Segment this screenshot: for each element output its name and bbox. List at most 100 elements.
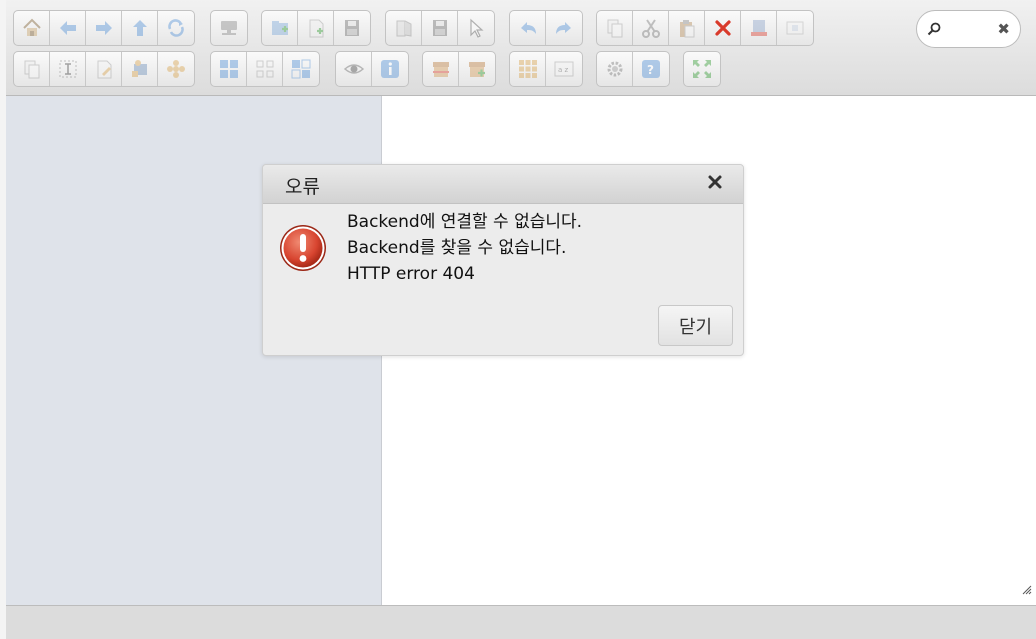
search-icon xyxy=(927,22,941,36)
close-button[interactable]: 닫기 xyxy=(658,305,733,346)
undo-button[interactable] xyxy=(510,11,546,45)
extract-button[interactable] xyxy=(158,52,194,86)
help-button[interactable]: ? xyxy=(633,52,669,86)
select-none-button[interactable] xyxy=(247,52,283,86)
error-message-line: Backend를 찾을 수 없습니다. xyxy=(347,238,567,258)
select-button[interactable] xyxy=(458,11,494,45)
toolbar-button-group xyxy=(596,10,814,46)
back-arrow-icon xyxy=(59,21,76,35)
select-icon xyxy=(470,18,484,38)
fullscreen-button[interactable] xyxy=(684,52,720,86)
archive-icon xyxy=(432,62,449,77)
toolbar-button-group xyxy=(13,10,195,46)
toolbar: a z? ✖ xyxy=(6,0,1036,96)
archive-button[interactable] xyxy=(423,52,459,86)
dialog-message: Backend에 연결할 수 없습니다. Backend를 찾을 수 없습니다.… xyxy=(347,209,582,287)
clone-button[interactable] xyxy=(14,52,50,86)
up-arrow-icon xyxy=(132,20,147,36)
svg-text:?: ? xyxy=(647,63,654,77)
paste-icon xyxy=(679,20,694,38)
toolbar-button-group xyxy=(385,10,495,46)
toolbar-button-group xyxy=(335,51,409,87)
resize-image-button[interactable] xyxy=(122,52,158,86)
extract-icon xyxy=(167,60,185,78)
preferences-button[interactable] xyxy=(597,52,633,86)
invert-selection-icon xyxy=(291,59,311,79)
back-arrow-button[interactable] xyxy=(50,11,86,45)
status-bar xyxy=(6,605,1036,639)
cut-icon xyxy=(641,19,660,38)
select-all-icon xyxy=(219,60,238,78)
rename-icon xyxy=(59,60,76,78)
reload-icon xyxy=(168,19,184,37)
reload-button[interactable] xyxy=(158,11,194,45)
sort-button[interactable]: a z xyxy=(546,52,582,86)
new-folder-icon xyxy=(271,21,288,35)
empty-folder-button[interactable] xyxy=(741,11,777,45)
open-icon xyxy=(396,20,411,37)
info-button[interactable] xyxy=(372,52,408,86)
upload-icon xyxy=(345,20,359,36)
upload-button[interactable] xyxy=(334,11,370,45)
empty-folder-icon xyxy=(750,20,767,36)
forward-arrow-button[interactable] xyxy=(86,11,122,45)
edit-file-button[interactable] xyxy=(86,52,122,86)
undo-icon xyxy=(520,22,536,34)
select-none-icon xyxy=(256,60,273,78)
copy-button[interactable] xyxy=(597,11,633,45)
rename-button[interactable] xyxy=(50,52,86,86)
netmount-icon xyxy=(221,21,237,35)
create-archive-icon xyxy=(469,62,485,77)
new-folder-button[interactable] xyxy=(262,11,298,45)
netmount-button[interactable] xyxy=(211,11,247,45)
edit-file-icon xyxy=(97,60,111,79)
invert-selection-button[interactable] xyxy=(283,52,319,86)
error-message-line: HTTP error 404 xyxy=(347,264,475,284)
delete-icon xyxy=(714,20,731,36)
fullscreen-icon xyxy=(693,60,711,78)
create-archive-button[interactable] xyxy=(459,52,495,86)
copy-icon xyxy=(607,19,622,38)
toolbar-button-group: ? xyxy=(596,51,670,87)
search-input[interactable] xyxy=(945,19,999,41)
toolbar-button-group xyxy=(210,51,320,87)
close-icon[interactable] xyxy=(707,174,723,190)
toolbar-button-group: a z xyxy=(509,51,583,87)
resize-image-icon xyxy=(131,60,147,77)
delete-button[interactable] xyxy=(705,11,741,45)
toolbar-button-group xyxy=(13,51,195,87)
preview-button[interactable] xyxy=(336,52,372,86)
duplicate-icon xyxy=(786,21,804,35)
search-box[interactable]: ✖ xyxy=(916,10,1021,48)
toolbar-button-group xyxy=(261,10,371,46)
icons-view-button[interactable] xyxy=(510,52,546,86)
error-message-line: Backend에 연결할 수 없습니다. xyxy=(347,212,583,232)
select-all-button[interactable] xyxy=(211,52,247,86)
info-icon xyxy=(381,60,399,78)
home-icon xyxy=(22,18,41,36)
svg-text:a z: a z xyxy=(558,66,569,74)
redo-button[interactable] xyxy=(546,11,582,45)
help-icon: ? xyxy=(642,60,660,78)
up-arrow-button[interactable] xyxy=(122,11,158,45)
toolbar-button-group xyxy=(422,51,496,87)
error-dialog: 오류 Backend에 연결할 수 없습니다. Backend를 찾을 수 없습… xyxy=(262,164,744,356)
toolbar-button-group xyxy=(683,51,721,87)
open-button[interactable] xyxy=(386,11,422,45)
cut-button[interactable] xyxy=(633,11,669,45)
download-button[interactable] xyxy=(422,11,458,45)
redo-icon xyxy=(556,22,571,34)
duplicate-button[interactable] xyxy=(777,11,813,45)
error-icon xyxy=(280,225,326,271)
clone-icon xyxy=(24,60,39,79)
dialog-title: 오류 xyxy=(285,176,320,198)
download-icon xyxy=(432,20,447,36)
new-file-button[interactable] xyxy=(298,11,334,45)
home-button[interactable] xyxy=(14,11,50,45)
resize-grip-icon[interactable] xyxy=(1020,583,1032,595)
paste-button[interactable] xyxy=(669,11,705,45)
dialog-titlebar[interactable]: 오류 xyxy=(263,165,743,204)
sort-icon: a z xyxy=(554,61,574,77)
toolbar-button-group xyxy=(210,10,248,46)
search-clear-icon[interactable]: ✖ xyxy=(997,20,1010,38)
